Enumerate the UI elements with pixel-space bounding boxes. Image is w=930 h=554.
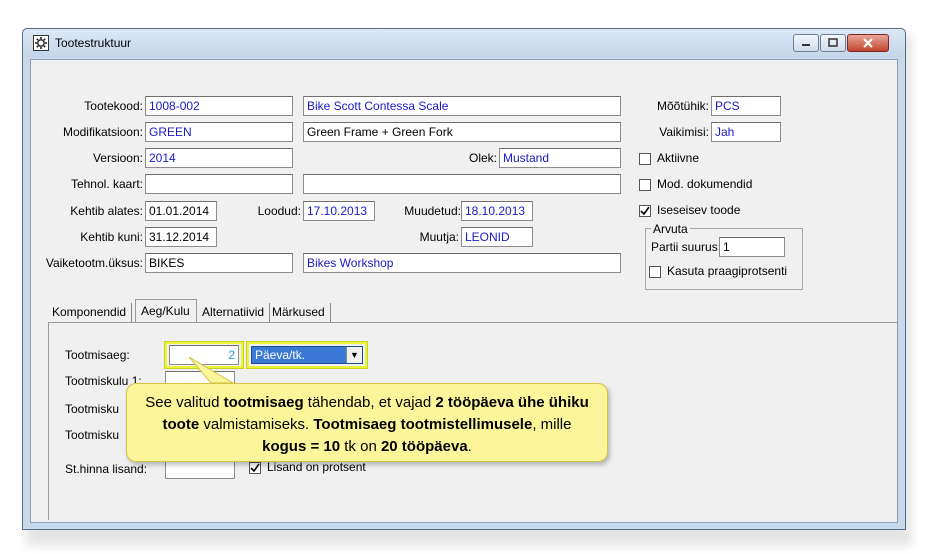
kehtib-alates-label: Kehtib alates: [70, 204, 143, 218]
unit-dropdown-value: Päeva/tk. [255, 348, 306, 362]
modifikatsioon-label: Modifikatsioon: [62, 125, 143, 139]
chevron-down-icon[interactable]: ▼ [346, 347, 362, 363]
tootekood-description-field[interactable]: Bike Scott Contessa Scale [303, 96, 621, 116]
aktiivne-checkbox[interactable] [639, 153, 651, 165]
callout-text: valmistamiseks. [199, 416, 314, 433]
mod-dokumendid-label: Mod. dokumendid [657, 177, 753, 191]
checkmark-icon [250, 463, 260, 473]
tootestruktuur-window: Tootestruktuur Tootekood: 1008-002 Bike … [22, 28, 906, 530]
vaikimisi-label: Vaikimisi: [659, 125, 709, 139]
tab-komponendid[interactable]: Komponendid [47, 303, 133, 323]
close-button[interactable] [847, 34, 889, 52]
arvuta-group-title: Arvuta [651, 222, 690, 236]
tehnol-kaart-field[interactable] [145, 174, 293, 194]
muudetud-field[interactable]: 18.10.2013 [461, 201, 533, 221]
tab-markused[interactable]: Märkused [267, 303, 331, 323]
tootekood-field[interactable]: 1008-002 [145, 96, 293, 116]
help-callout: See valitud tootmisaeg tähendab, et vaja… [126, 383, 608, 462]
loodud-field[interactable]: 17.10.2013 [303, 201, 375, 221]
muudetud-label: Muudetud: [404, 204, 461, 218]
callout-text: tk on [340, 438, 381, 455]
olek-field[interactable]: Mustand [499, 148, 621, 168]
tehnol-kaart-description-field[interactable] [303, 174, 621, 194]
olek-label: Olek: [468, 151, 497, 165]
kasuta-praagiprotsenti-checkbox[interactable] [649, 266, 661, 278]
modifikatsioon-description-field[interactable]: Green Frame + Green Fork [303, 122, 621, 142]
mod-dokumendid-checkbox[interactable] [639, 179, 651, 191]
window-title: Tootestruktuur [55, 36, 132, 50]
vaiketootm-description-field[interactable]: Bikes Workshop [303, 253, 621, 273]
unit-dropdown[interactable]: Päeva/tk. ▼ [251, 346, 363, 364]
partii-suurus-field[interactable]: 1 [719, 237, 785, 257]
close-icon [863, 38, 873, 48]
app-gear-icon [33, 35, 49, 51]
versioon-label: Versioon: [92, 151, 143, 165]
tootmisaeg-label: Tootmisaeg: [65, 348, 130, 362]
modifikatsioon-field[interactable]: GREEN [145, 122, 293, 142]
maximize-button[interactable] [820, 34, 846, 52]
lisand-protsent-checkbox[interactable] [249, 462, 261, 474]
iseseisev-toode-checkbox[interactable] [639, 205, 651, 217]
tootmiskulu2-label: Tootmisku [65, 402, 120, 416]
callout-bold: 20 tööpäeva [380, 438, 468, 455]
tehnol-kaart-label: Tehnol. kaart: [70, 177, 143, 191]
vaiketootm-field[interactable]: BIKES [145, 253, 293, 273]
kehtib-alates-field[interactable]: 01.01.2014 [145, 201, 217, 221]
partii-suurus-label: Partii suurus: [651, 240, 722, 254]
loodud-label: Loodud: [257, 204, 301, 218]
iseseisev-toode-label: Iseseisev toode [657, 203, 741, 217]
callout-text: , mille [532, 416, 572, 433]
kehtib-kuni-label: Kehtib kuni: [80, 230, 143, 244]
minimize-button[interactable] [793, 34, 819, 52]
callout-text: . [467, 438, 472, 455]
maximize-icon [828, 38, 838, 47]
form-client-area: Tootekood: 1008-002 Bike Scott Contessa … [30, 59, 898, 523]
mootuhik-field[interactable]: PCS [711, 96, 781, 116]
muutja-label: Muutja: [419, 230, 459, 244]
title-bar[interactable]: Tootestruktuur [23, 29, 905, 57]
aktiivne-label: Aktiivne [657, 151, 700, 165]
tootmiskulu3-label: Tootmisku [65, 428, 120, 442]
sthinna-lisand-label: St.hinna lisand: [65, 462, 148, 476]
vaiketootm-label: Vaiketootm.üksus: [45, 256, 143, 270]
mootuhik-label: Mõõtühik: [656, 99, 709, 113]
callout-bold: tootmisaeg [223, 394, 304, 411]
vaikimisi-field[interactable]: Jah [711, 122, 781, 142]
tab-aeg-kulu[interactable]: Aeg/Kulu [135, 299, 197, 323]
kasuta-praagiprotsenti-label: Kasuta praagiprotsenti [667, 264, 788, 278]
callout-text: tähendab, et vajad [303, 394, 436, 411]
kehtib-kuni-field[interactable]: 31.12.2014 [145, 227, 217, 247]
versioon-field[interactable]: 2014 [145, 148, 293, 168]
callout-text: See valitud [145, 394, 224, 411]
lisand-protsent-label: Lisand on protsent [267, 460, 366, 474]
muutja-field[interactable]: LEONID [461, 227, 533, 247]
tab-alternatiivid[interactable]: Alternatiivid [197, 303, 271, 323]
checkmark-icon [640, 206, 650, 216]
minimize-icon [802, 44, 810, 46]
tootekood-label: Tootekood: [84, 99, 143, 113]
callout-bold: kogus = 10 [262, 438, 341, 455]
sthinna-lisand-field[interactable] [165, 459, 235, 479]
callout-bold: Tootmisaeg tootmistellimusele [313, 416, 533, 433]
